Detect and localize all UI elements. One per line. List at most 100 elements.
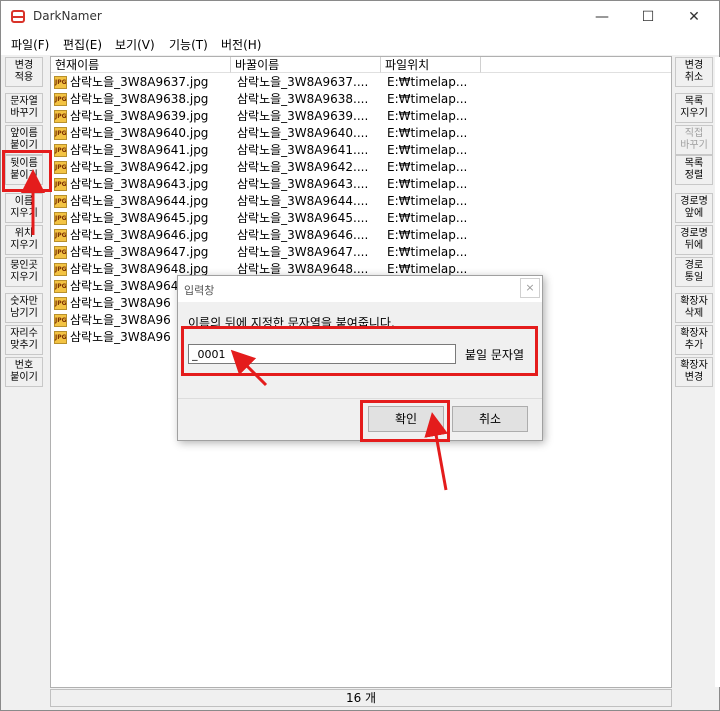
- delete-spot-button[interactable]: 뭉인곳 지우기: [5, 257, 43, 287]
- file-location: E:₩timelap...: [387, 228, 468, 242]
- file-current-name: 삼락노을_3W8A964: [70, 279, 179, 293]
- replace-string-button[interactable]: 문자열 바꾸기: [5, 93, 43, 123]
- delete-extension-button[interactable]: 확장자 삭제: [675, 293, 713, 323]
- file-new-name: 삼락노을_3W8A9644....: [237, 194, 369, 208]
- jpg-file-icon: JPG: [54, 93, 67, 106]
- maximize-button[interactable]: ☐: [625, 1, 671, 33]
- file-new-name: 삼락노을_3W8A9643....: [237, 177, 369, 191]
- minimize-button[interactable]: —: [579, 1, 625, 33]
- jpg-file-icon: JPG: [54, 161, 67, 174]
- add-number-button[interactable]: 번호 붙이기: [5, 357, 43, 387]
- file-location: E:₩timelap...: [387, 75, 468, 89]
- suffix-string-label: 붙일 문자열: [465, 348, 525, 362]
- unify-path-button[interactable]: 경로 통일: [675, 257, 713, 287]
- file-row[interactable]: JPG 삼락노을_3W8A9639.jpg 삼락노을_3W8A9639.... E:₩…: [51, 108, 671, 125]
- ok-button[interactable]: 확인: [368, 406, 444, 432]
- clear-list-button[interactable]: 목록 지우기: [675, 93, 713, 123]
- column-location[interactable]: 파일위치: [381, 57, 481, 73]
- file-row[interactable]: JPG 삼락노을_3W8A9638.jpg 삼락노을_3W8A9638.... E:₩…: [51, 91, 671, 108]
- window-title: DarkNamer: [33, 9, 102, 23]
- background-window-edge: [715, 57, 720, 687]
- left-toolbar: 변경 적용 문자열 바꾸기 앞이름 붙이기 뒷이름 붙이기 이름 지우기 위치 …: [5, 57, 47, 687]
- input-dialog: 입력창 × 이름의 뒤에 지정한 문자열을 붙여줍니다. 붙일 문자열 확인 취…: [177, 275, 543, 441]
- file-row[interactable]: JPG 삼락노을_3W8A9640.jpg 삼락노을_3W8A9640.... E:₩…: [51, 125, 671, 142]
- file-current-name: 삼락노을_3W8A9640.jpg: [70, 126, 209, 140]
- file-current-name: 삼락노을_3W8A9643.jpg: [70, 177, 209, 191]
- file-row[interactable]: JPG 삼락노을_3W8A9641.jpg 삼락노을_3W8A9641.... E:₩…: [51, 142, 671, 159]
- menu-function[interactable]: 기능(T): [169, 36, 208, 53]
- file-current-name: 삼락노을_3W8A9645.jpg: [70, 211, 209, 225]
- file-new-name: 삼락노을_3W8A9642....: [237, 160, 369, 174]
- file-row[interactable]: JPG 삼락노을_3W8A9637.jpg 삼락노을_3W8A9637.... E:₩…: [51, 74, 671, 91]
- file-current-name: 삼락노을_3W8A96: [70, 313, 171, 327]
- column-new-name[interactable]: 바꿀이름: [231, 57, 381, 73]
- suffix-name-button[interactable]: 뒷이름 붙이기: [5, 155, 43, 185]
- file-current-name: 삼락노을_3W8A9637.jpg: [70, 75, 209, 89]
- file-row[interactable]: JPG 삼락노을_3W8A9643.jpg 삼락노을_3W8A9643.... E:₩…: [51, 176, 671, 193]
- dialog-close-button[interactable]: ×: [520, 278, 540, 298]
- path-prefix-button[interactable]: 경로명 앞에: [675, 193, 713, 223]
- file-location: E:₩timelap...: [387, 143, 468, 157]
- sort-list-button[interactable]: 목록 정렬: [675, 155, 713, 185]
- file-location: E:₩timelap...: [387, 211, 468, 225]
- add-extension-button[interactable]: 확장자 추가: [675, 325, 713, 355]
- direct-rename-button[interactable]: 직접 바꾸기: [675, 125, 713, 155]
- column-empty: [481, 57, 671, 73]
- change-extension-button[interactable]: 확장자 변경: [675, 357, 713, 387]
- file-current-name: 삼락노을_3W8A9647.jpg: [70, 245, 209, 259]
- dialog-title: 입력창: [184, 284, 215, 297]
- jpg-file-icon: JPG: [54, 280, 67, 293]
- jpg-file-icon: JPG: [54, 314, 67, 327]
- path-suffix-button[interactable]: 경로명 뒤에: [675, 225, 713, 255]
- prefix-name-button[interactable]: 앞이름 붙이기: [5, 125, 43, 155]
- file-row[interactable]: JPG 삼락노을_3W8A9647.jpg 삼락노을_3W8A9647.... E:₩…: [51, 244, 671, 261]
- file-current-name: 삼락노을_3W8A9639.jpg: [70, 109, 209, 123]
- delete-position-button[interactable]: 위치 지우기: [5, 225, 43, 255]
- menu-edit[interactable]: 편집(E): [63, 36, 102, 53]
- file-new-name: 삼락노을_3W8A9646....: [237, 228, 369, 242]
- pad-digits-button[interactable]: 자리수 맞추기: [5, 325, 43, 355]
- jpg-file-icon: JPG: [54, 263, 67, 276]
- apply-changes-button[interactable]: 변경 적용: [5, 57, 43, 87]
- menu-bar: 파일(F) 편집(E) 보기(V) 기능(T) 버전(H): [1, 33, 719, 55]
- jpg-file-icon: JPG: [54, 212, 67, 225]
- file-current-name: 삼락노을_3W8A9642.jpg: [70, 160, 209, 174]
- menu-version[interactable]: 버전(H): [221, 36, 261, 53]
- keep-numbers-button[interactable]: 숫자만 남기기: [5, 293, 43, 323]
- file-location: E:₩timelap...: [387, 194, 468, 208]
- menu-view[interactable]: 보기(V): [115, 36, 155, 53]
- file-location: E:₩timelap...: [387, 92, 468, 106]
- delete-name-button[interactable]: 이름 지우기: [5, 193, 43, 223]
- jpg-file-icon: JPG: [54, 110, 67, 123]
- jpg-file-icon: JPG: [54, 178, 67, 191]
- cancel-button[interactable]: 취소: [452, 406, 528, 432]
- jpg-file-icon: JPG: [54, 229, 67, 242]
- file-new-name: 삼락노을_3W8A9640....: [237, 126, 369, 140]
- file-row[interactable]: JPG 삼락노을_3W8A9645.jpg 삼락노을_3W8A9645.... E:₩…: [51, 210, 671, 227]
- file-location: E:₩timelap...: [387, 177, 468, 191]
- menu-file[interactable]: 파일(F): [11, 36, 49, 53]
- file-new-name: 삼락노을_3W8A9641....: [237, 143, 369, 157]
- column-current-name[interactable]: 현재이름: [51, 57, 231, 73]
- file-row[interactable]: JPG 삼락노을_3W8A9642.jpg 삼락노을_3W8A9642.... E:₩…: [51, 159, 671, 176]
- dialog-message: 이름의 뒤에 지정한 문자열을 붙여줍니다.: [188, 316, 395, 330]
- title-bar: DarkNamer — ☐ ✕: [1, 1, 719, 33]
- close-button[interactable]: ✕: [671, 1, 717, 33]
- file-location: E:₩timelap...: [387, 245, 468, 259]
- file-new-name: 삼락노을_3W8A9638....: [237, 92, 369, 106]
- file-location: E:₩timelap...: [387, 126, 468, 140]
- file-row[interactable]: JPG 삼락노을_3W8A9644.jpg 삼락노을_3W8A9644.... E:₩…: [51, 193, 671, 210]
- jpg-file-icon: JPG: [54, 297, 67, 310]
- file-new-name: 삼락노을_3W8A9639....: [237, 109, 369, 123]
- file-current-name: 삼락노을_3W8A96: [70, 330, 171, 344]
- jpg-file-icon: JPG: [54, 144, 67, 157]
- file-row[interactable]: JPG 삼락노을_3W8A9646.jpg 삼락노을_3W8A9646.... E:₩…: [51, 227, 671, 244]
- jpg-file-icon: JPG: [54, 195, 67, 208]
- app-icon: [11, 10, 25, 23]
- jpg-file-icon: JPG: [54, 127, 67, 140]
- file-new-name: 삼락노을_3W8A9645....: [237, 211, 369, 225]
- right-toolbar: 변경 취소 목록 지우기 직접 바꾸기 목록 정렬 경로명 앞에 경로명 뒤에 …: [675, 57, 715, 387]
- file-location: E:₩timelap...: [387, 109, 468, 123]
- cancel-changes-button[interactable]: 변경 취소: [675, 57, 713, 87]
- suffix-string-input[interactable]: [188, 344, 456, 364]
